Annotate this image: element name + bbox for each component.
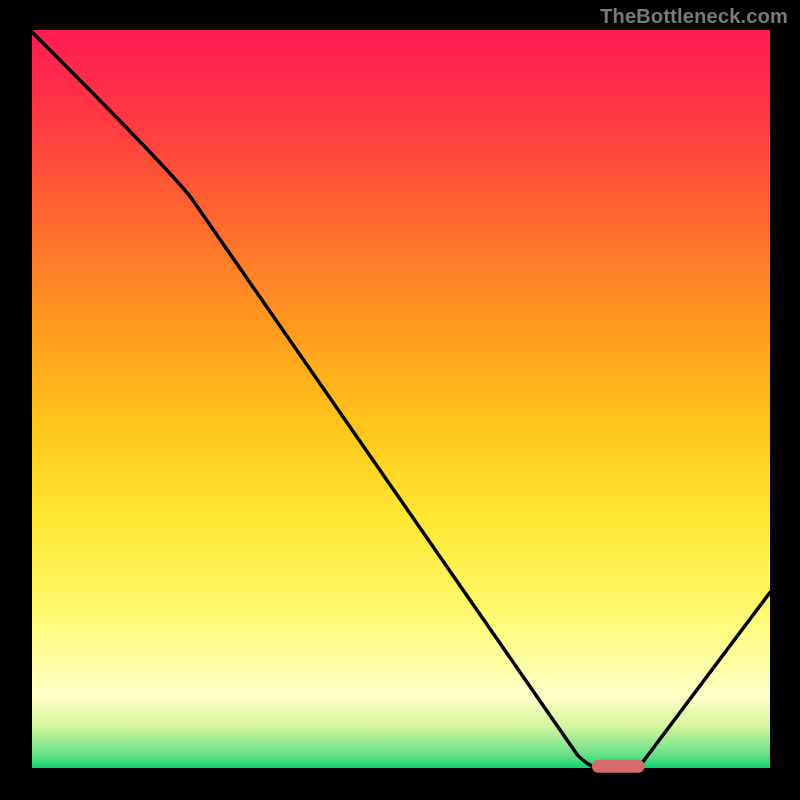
plot-gradient-background — [30, 30, 770, 770]
chart-container: TheBottleneck.com — [0, 0, 800, 800]
watermark-text: TheBottleneck.com — [600, 6, 788, 29]
